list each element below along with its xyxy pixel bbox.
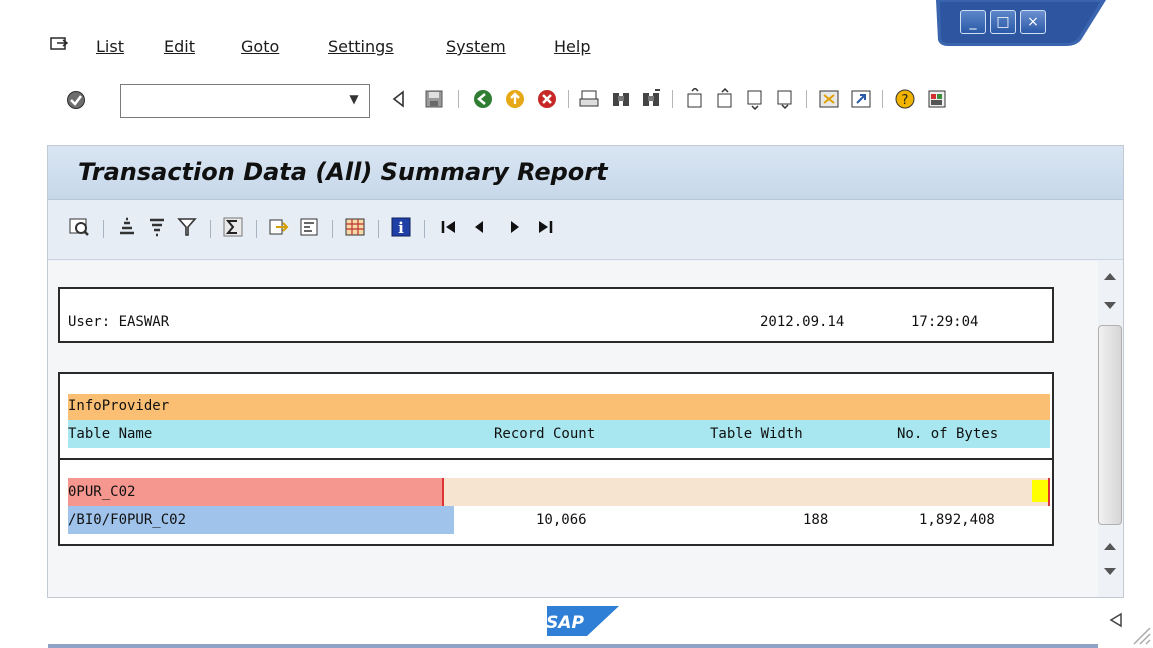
user-label: User: EASWAR [68,314,170,330]
column-header-record-count: Record Count [494,426,596,442]
group-header-row: InfoProvider [68,394,1050,420]
scroll-down-icon[interactable] [1103,301,1117,311]
details-icon[interactable] [68,216,90,238]
data-table: InfoProvider Table Name Record Count Tab… [58,372,1054,546]
grid-layout-icon[interactable] [344,216,366,238]
menu-system[interactable]: System [446,37,506,56]
status-expand-icon[interactable] [1109,612,1123,628]
scrollbar-thumb[interactable] [1098,325,1122,525]
next-page-icon[interactable] [744,88,766,110]
command-field[interactable] [120,84,370,118]
exit-icon[interactable] [504,88,526,110]
status-line [48,644,1098,648]
export-icon[interactable] [268,216,290,238]
application-toolbar: i [48,200,1123,260]
print-icon[interactable] [578,88,600,110]
filter-icon[interactable] [176,216,198,238]
close-button[interactable]: × [1020,10,1046,34]
menu-goto[interactable]: Goto [241,37,279,56]
menu-bar: List Edit Goto Settings System Help _ □ … [0,0,1153,70]
provider-name: 0PUR_C02 [68,484,136,500]
previous-page-nav-icon[interactable] [468,216,490,238]
sap-logo-text: SAP [547,613,584,633]
toolbar-separator [332,220,333,238]
toolbar-separator [103,220,104,238]
svg-text:?: ? [902,93,909,108]
page-down-icon[interactable] [1103,567,1117,577]
resize-grip-icon[interactable] [1128,622,1152,646]
toolbar-separator [378,220,379,238]
toolbar-separator [424,220,425,238]
report-header-box: User: EASWAR 2012.09.14 17:29:04 [58,287,1054,343]
back-icon[interactable] [472,88,494,110]
shortcut-icon[interactable] [850,88,872,110]
customize-layout-icon[interactable] [926,88,948,110]
toolbar-separator [672,90,673,108]
report-time: 17:29:04 [911,314,979,330]
sort-ascending-icon[interactable] [116,216,138,238]
menu-list[interactable]: List [96,37,124,56]
record-count-cell: 10,066 [536,512,587,528]
menu-help[interactable]: Help [554,37,590,56]
svg-text:i: i [398,219,404,237]
total-sum-icon[interactable] [222,216,244,238]
column-header-row: Table Name Record Count Table Width No. … [68,420,1050,448]
column-header-table-name: Table Name [68,426,153,442]
toolbar-separator [806,90,807,108]
column-header-bytes: No. of Bytes [897,426,999,442]
table-row[interactable]: /BI0/F0PUR_C02 [68,506,454,534]
last-page-icon[interactable] [774,88,796,110]
menu-settings[interactable]: Settings [328,37,394,56]
toolbar-separator [458,90,459,108]
previous-page-icon[interactable] [714,88,736,110]
table-name-cell: /BI0/F0PUR_C02 [68,512,187,528]
toolbar-separator [210,220,211,238]
sort-descending-icon[interactable] [146,216,168,238]
column-header-table-width: Table Width [710,426,803,442]
toolbar-separator [568,90,569,108]
menu-edit[interactable]: Edit [164,37,195,56]
save-icon[interactable] [423,88,445,110]
toolbar-separator [882,90,883,108]
selection-marker [1032,480,1048,502]
provider-row-label[interactable]: 0PUR_C02 [68,478,450,506]
maximize-button[interactable]: □ [990,10,1016,34]
table-width-cell: 188 [803,512,829,528]
vertical-scrollbar[interactable] [1098,265,1122,590]
provider-row-selection[interactable] [442,478,1050,506]
help-icon[interactable]: ? [894,88,916,110]
sap-logo: SAP [547,606,619,636]
group-header-label: InfoProvider [68,398,170,414]
command-dropdown-icon[interactable]: ▼ [345,92,363,110]
last-page-nav-icon[interactable] [534,216,556,238]
table-divider [60,458,1052,460]
bytes-cell: 1,892,408 [919,512,995,528]
first-page-icon[interactable] [684,88,706,110]
minimize-button[interactable]: _ [960,10,986,34]
information-icon[interactable]: i [390,216,412,238]
page-title: Transaction Data (All) Summary Report [78,158,608,186]
layout-change-icon[interactable] [298,216,320,238]
cancel-icon[interactable] [536,88,558,110]
menu-toggle-icon[interactable] [50,35,70,53]
find-icon[interactable] [610,88,632,110]
create-session-icon[interactable] [818,88,840,110]
page-up-icon[interactable] [1103,541,1117,551]
title-band: Transaction Data (All) Summary Report [48,146,1123,200]
first-page-nav-icon[interactable] [438,216,460,238]
back-arrow-icon[interactable] [388,88,410,110]
scroll-up-icon[interactable] [1103,271,1117,281]
find-next-icon[interactable] [640,88,662,110]
report-date: 2012.09.14 [760,314,845,330]
enter-check-icon[interactable] [66,90,86,110]
next-page-nav-icon[interactable] [504,216,526,238]
toolbar-separator [256,220,257,238]
